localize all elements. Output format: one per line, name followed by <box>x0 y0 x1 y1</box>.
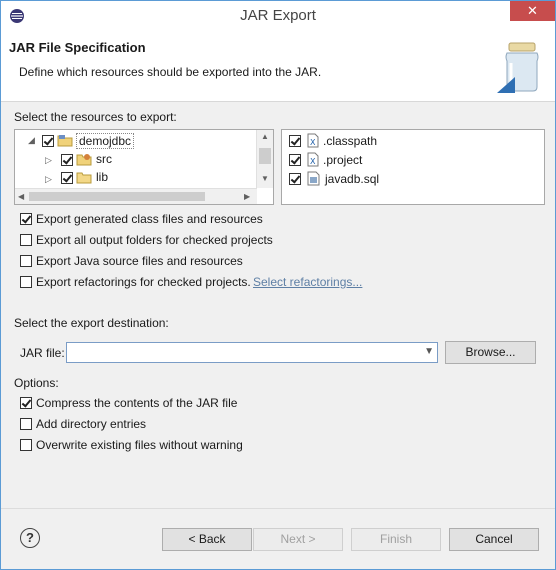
next-button[interactable]: Next > <box>253 528 343 551</box>
jar-file-input[interactable]: ▼ <box>66 342 438 363</box>
export-output-folders-checkbox[interactable] <box>20 234 32 246</box>
svg-text:X: X <box>310 157 316 166</box>
export-source-files-label[interactable]: Export Java source files and resources <box>36 254 243 268</box>
export-output-folders-label[interactable]: Export all output folders for checked pr… <box>36 233 273 247</box>
file-item-javadb[interactable]: javadb.sql <box>325 172 379 186</box>
window-title: JAR Export <box>240 7 316 24</box>
export-source-files-checkbox[interactable] <box>20 255 32 267</box>
help-icon[interactable]: ? <box>20 528 40 548</box>
page-title: JAR File Specification <box>9 40 146 55</box>
tree-horizontal-scrollbar[interactable]: ◀ ▶ <box>15 188 257 204</box>
file-list[interactable]: X .classpath X .project javadb.sql <box>281 129 545 205</box>
tree-vertical-scrollbar[interactable]: ▲ ▼ <box>256 130 273 188</box>
footer-separator <box>1 508 555 509</box>
tree-checkbox-src[interactable] <box>61 154 73 166</box>
title-bar: JAR Export ✕ <box>1 1 555 31</box>
svg-text:X: X <box>310 138 316 147</box>
jar-file-label: JAR file: <box>20 346 65 360</box>
scroll-left-arrow-icon[interactable]: ◀ <box>18 192 24 201</box>
project-folder-icon <box>57 135 73 147</box>
resource-tree[interactable]: ◢ demojdbc ▷ src ▷ lib ▲ ▼ ◀ ▶ <box>14 129 274 205</box>
export-class-files-checkbox[interactable] <box>20 213 32 225</box>
file-checkbox-classpath[interactable] <box>289 135 301 147</box>
add-directory-entries-label[interactable]: Add directory entries <box>36 417 146 431</box>
cancel-button[interactable]: Cancel <box>449 528 539 551</box>
tree-checkbox-demojdbc[interactable] <box>42 135 54 147</box>
xml-file-icon: X <box>307 152 319 167</box>
tree-collapsed-icon[interactable]: ▷ <box>45 155 52 166</box>
export-refactorings-checkbox[interactable] <box>20 276 32 288</box>
close-button[interactable]: ✕ <box>510 1 555 21</box>
browse-button[interactable]: Browse... <box>445 341 536 364</box>
file-checkbox-javadb[interactable] <box>289 173 301 185</box>
file-item-project[interactable]: .project <box>323 153 362 167</box>
page-description: Define which resources should be exporte… <box>19 65 322 79</box>
tree-item-lib[interactable]: lib <box>96 170 108 184</box>
chevron-down-icon[interactable]: ▼ <box>424 346 434 357</box>
compress-label[interactable]: Compress the contents of the JAR file <box>36 396 237 410</box>
overwrite-label[interactable]: Overwrite existing files without warning <box>36 438 243 452</box>
folder-icon <box>76 172 92 184</box>
export-class-files-label[interactable]: Export generated class files and resourc… <box>36 212 263 226</box>
overwrite-checkbox[interactable] <box>20 439 32 451</box>
tree-checkbox-lib[interactable] <box>61 172 73 184</box>
tree-expanded-icon[interactable]: ◢ <box>28 135 35 146</box>
jar-icon <box>497 42 539 93</box>
export-refactorings-label[interactable]: Export refactorings for checked projects… <box>36 275 251 289</box>
compress-checkbox[interactable] <box>20 397 32 409</box>
tree-horizontal-scroll-thumb[interactable] <box>29 192 205 201</box>
finish-button[interactable]: Finish <box>351 528 441 551</box>
tree-vertical-scroll-thumb[interactable] <box>259 148 271 164</box>
back-button[interactable]: < Back <box>162 528 252 551</box>
file-checkbox-project[interactable] <box>289 154 301 166</box>
resources-label: Select the resources to export: <box>14 110 177 124</box>
source-folder-icon <box>76 154 92 166</box>
tree-collapsed-icon[interactable]: ▷ <box>45 174 52 185</box>
jar-export-dialog: JAR Export ✕ JAR File Specification Defi… <box>0 0 556 570</box>
scroll-down-arrow-icon[interactable]: ▼ <box>261 174 269 183</box>
scroll-right-arrow-icon[interactable]: ▶ <box>244 192 250 201</box>
select-refactorings-link[interactable]: Select refactorings... <box>253 275 362 289</box>
tree-item-demojdbc[interactable]: demojdbc <box>76 133 135 149</box>
xml-file-icon: X <box>307 133 319 148</box>
file-item-classpath[interactable]: .classpath <box>323 134 377 148</box>
wizard-header: JAR File Specification Define which reso… <box>1 31 555 102</box>
options-label: Options: <box>14 376 59 390</box>
sql-file-icon <box>307 171 320 186</box>
add-directory-entries-checkbox[interactable] <box>20 418 32 430</box>
tree-item-src[interactable]: src <box>96 152 112 166</box>
scroll-up-arrow-icon[interactable]: ▲ <box>261 132 269 141</box>
destination-label: Select the export destination: <box>14 316 169 330</box>
